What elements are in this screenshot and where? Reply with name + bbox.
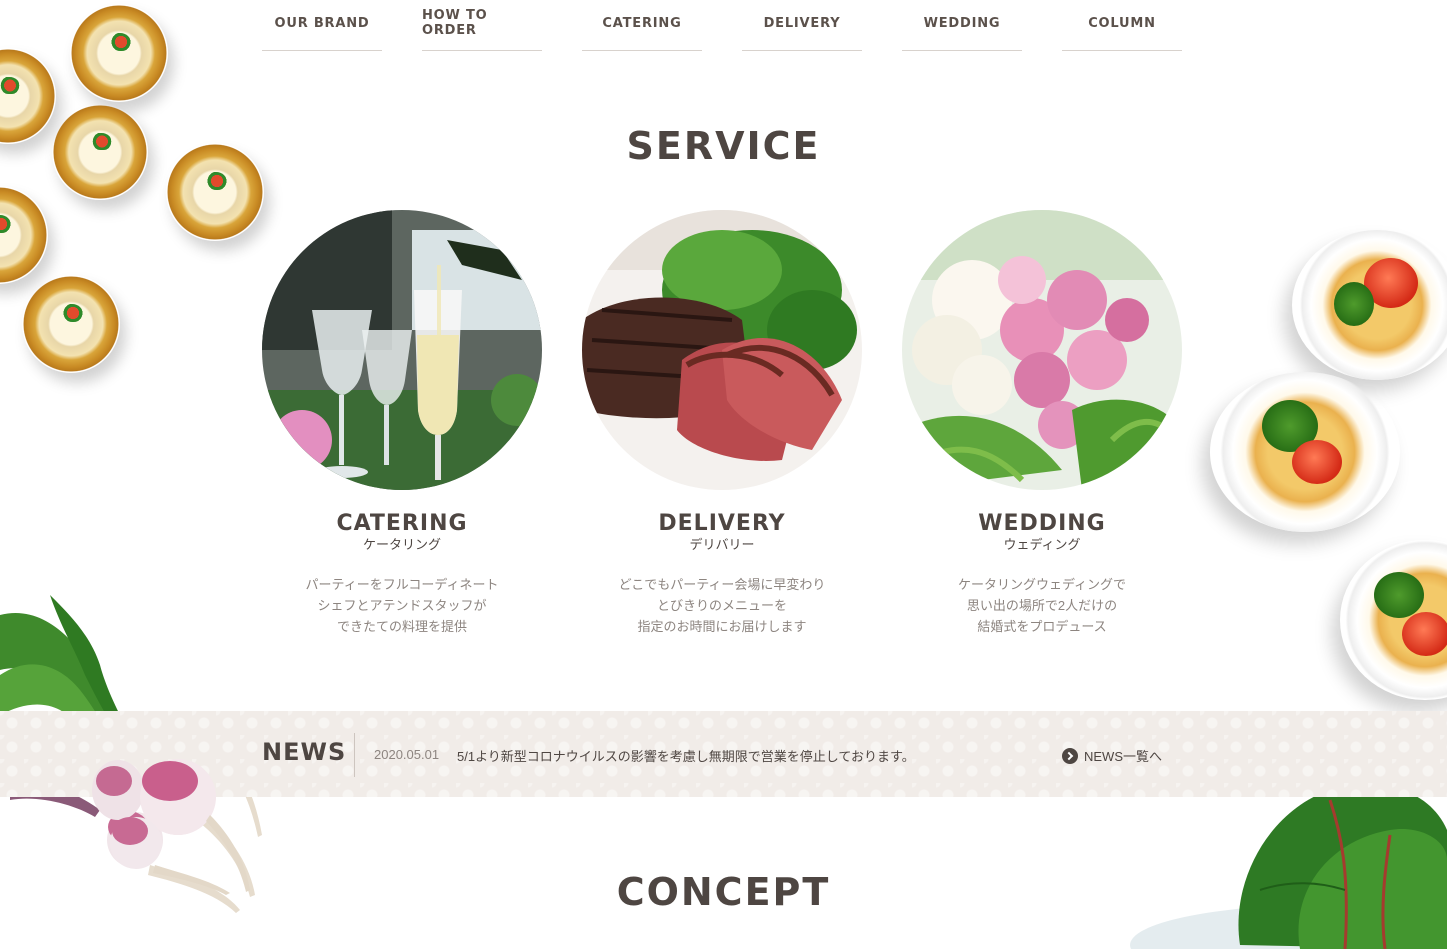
nav-catering[interactable]: CATERING — [582, 0, 702, 51]
chevron-right-circle-icon — [1062, 747, 1078, 764]
wedding-subtitle: ウェディング — [1003, 537, 1081, 552]
news-list-link-label: NEWS一覧へ — [1084, 749, 1163, 764]
nav-our-brand[interactable]: OUR BRAND — [262, 0, 382, 51]
wedding-bouquet-image — [902, 210, 1182, 490]
nav-delivery[interactable]: DELIVERY — [742, 0, 862, 51]
service-card-catering[interactable]: CATERING ケータリング パーティーをフルコーディネート シェフとアテンド… — [262, 210, 542, 637]
news-divider — [354, 733, 355, 777]
nav-wedding[interactable]: WEDDING — [902, 0, 1022, 51]
delivery-photo[interactable] — [582, 210, 862, 490]
service-heading: SERVICE — [626, 124, 821, 168]
news-headline-link[interactable]: 5/1より新型コロナウイルスの影響を考慮し無期限で営業を停止しております。 — [457, 746, 915, 765]
wedding-description: ケータリングウェディングで 思い出の場所で2人だけの 結婚式をプロデュース — [957, 577, 1127, 634]
news-date: 2020.05.01 — [374, 747, 440, 762]
nav-how-to-order[interactable]: HOW TO ORDER — [422, 0, 542, 51]
service-card-wedding[interactable]: WEDDING ウェディング ケータリングウェディングで 思い出の場所で2人だけ… — [902, 210, 1182, 637]
news-bar: NEWS 2020.05.01 5/1より新型コロナウイルスの影響を考慮し無期限… — [0, 711, 1447, 797]
wedding-title: WEDDING — [978, 511, 1106, 536]
catering-photo[interactable] — [262, 210, 542, 490]
wedding-photo[interactable] — [902, 210, 1182, 490]
catering-title: CATERING — [336, 511, 468, 536]
nav-column[interactable]: COLUMN — [1062, 0, 1182, 51]
delivery-description: どこでもパーティー会場に早変わり とびきりのメニューを 指定のお時間にお届けしま… — [618, 577, 826, 634]
service-card-delivery[interactable]: DELIVERY デリバリー どこでもパーティー会場に早変わり とびきりのメニュ… — [582, 210, 862, 637]
news-list-link[interactable]: NEWS一覧へ — [1062, 746, 1162, 765]
news-label: NEWS — [262, 738, 347, 766]
delivery-roast-beef-image — [582, 210, 862, 490]
catering-subtitle: ケータリング — [362, 537, 441, 552]
main-nav: OUR BRAND HOW TO ORDER CATERING DELIVERY… — [262, 0, 1182, 51]
concept-heading: CONCEPT — [616, 870, 831, 914]
catering-description: パーティーをフルコーディネート シェフとアテンドスタッフが できたての料理を提供 — [305, 577, 499, 634]
catering-champagne-image — [262, 210, 542, 490]
delivery-subtitle: デリバリー — [689, 537, 755, 552]
delivery-title: DELIVERY — [658, 511, 786, 536]
